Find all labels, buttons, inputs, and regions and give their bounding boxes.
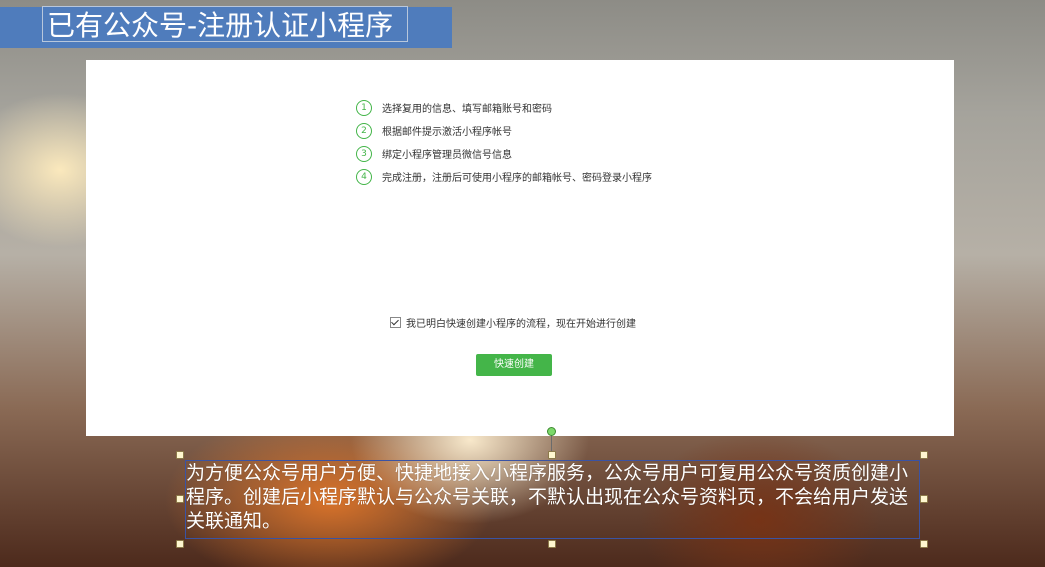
step-text: 完成注册，注册后可使用小程序的邮箱帐号、密码登录小程序 xyxy=(382,173,652,184)
resize-handle-bottom-right[interactable] xyxy=(920,540,928,548)
step-number: 3 xyxy=(356,145,372,162)
resize-handle-bottom-left[interactable] xyxy=(176,540,184,548)
agree-checkbox[interactable] xyxy=(390,317,401,328)
resize-handle-top-middle[interactable] xyxy=(548,451,556,459)
step-item: 2 根据邮件提示激活小程序帐号 xyxy=(356,119,776,142)
quick-create-button[interactable]: 快速创建 xyxy=(476,354,552,376)
agree-label: 我已明白快速创建小程序的流程，现在开始进行创建 xyxy=(406,319,636,330)
resize-handle-top-right[interactable] xyxy=(920,451,928,459)
step-list: 1 选择复用的信息、填写邮箱账号和密码 2 根据邮件提示激活小程序帐号 3 绑定… xyxy=(356,96,776,188)
resize-handle-top-left[interactable] xyxy=(176,451,184,459)
resize-handle-bottom-middle[interactable] xyxy=(548,540,556,548)
agree-row[interactable]: 我已明白快速创建小程序的流程，现在开始进行创建 xyxy=(390,315,636,330)
step-text: 根据邮件提示激活小程序帐号 xyxy=(382,127,512,138)
rotate-handle-icon[interactable] xyxy=(547,427,556,436)
resize-handle-middle-right[interactable] xyxy=(920,495,928,503)
step-item: 1 选择复用的信息、填写邮箱账号和密码 xyxy=(356,96,776,119)
step-number: 1 xyxy=(356,99,372,116)
step-number: 4 xyxy=(356,168,372,185)
registration-panel: 1 选择复用的信息、填写邮箱账号和密码 2 根据邮件提示激活小程序帐号 3 绑定… xyxy=(86,60,954,436)
step-text: 绑定小程序管理员微信号信息 xyxy=(382,150,512,161)
resize-handle-middle-left[interactable] xyxy=(176,495,184,503)
caption-text: 为方便公众号用户方便、快捷地接入小程序服务，公众号用户可复用公众号资质创建小程序… xyxy=(186,462,909,532)
step-item: 4 完成注册，注册后可使用小程序的邮箱帐号、密码登录小程序 xyxy=(356,165,776,188)
caption-textbox[interactable]: 为方便公众号用户方便、快捷地接入小程序服务，公众号用户可复用公众号资质创建小程序… xyxy=(176,427,928,548)
step-text: 选择复用的信息、填写邮箱账号和密码 xyxy=(382,104,552,115)
step-item: 3 绑定小程序管理员微信号信息 xyxy=(356,142,776,165)
slide-title: 已有公众号-注册认证小程序 xyxy=(47,9,394,42)
step-number: 2 xyxy=(356,122,372,139)
